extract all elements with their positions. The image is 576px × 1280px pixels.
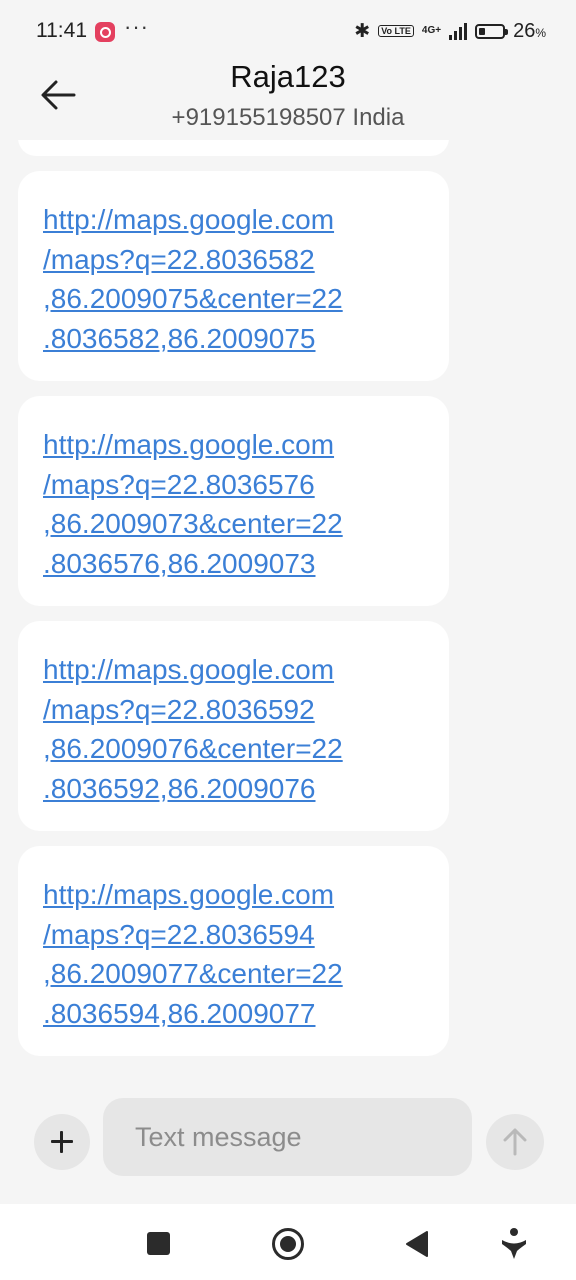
signal-icon: [449, 22, 468, 40]
conversation-header: Raja123 +919155198507 India: [0, 55, 576, 140]
system-nav-bar: [0, 1204, 576, 1280]
message-bubble: http://maps.google.com /maps?q=22.803659…: [18, 621, 449, 831]
volte-icon: Vo LTE: [378, 25, 414, 37]
message-link[interactable]: http://maps.google.com /maps?q=22.803659…: [43, 875, 429, 1033]
compose-bar: [0, 1097, 576, 1179]
more-notifications-icon: ···: [124, 14, 149, 39]
status-indicators: ✱ Vo LTE 4G+ 26%: [354, 18, 546, 44]
message-link[interactable]: http://maps.google.com /maps?q=22.803657…: [43, 425, 429, 583]
network-type: 4G+: [421, 25, 442, 36]
message-bubble: http://maps.google.com /maps?q=22.803657…: [18, 396, 449, 606]
battery-fill: [479, 27, 486, 35]
contact-name: Raja123: [230, 59, 346, 94]
home-circle-icon[interactable]: [271, 1227, 305, 1261]
recents-square-icon[interactable]: [147, 1232, 170, 1255]
message-link[interactable]: http://maps.google.com /maps?q=22.803659…: [43, 650, 429, 808]
back-triangle-icon[interactable]: [404, 1230, 430, 1258]
status-time: 11:41: [36, 19, 87, 42]
message-thread[interactable]: http://maps.google.com /maps?q=22.803658…: [0, 140, 576, 1090]
accessibility-icon[interactable]: [500, 1227, 528, 1261]
message-bubble: http://maps.google.com /maps?q=22.803659…: [18, 846, 449, 1056]
instagram-notification-icon: [95, 22, 115, 42]
message-bubble: http://maps.google.com /maps?q=22.803658…: [18, 171, 449, 381]
battery-percent: 26%: [513, 19, 546, 42]
arrow-up-icon: [503, 1128, 527, 1156]
battery-icon: [475, 23, 509, 39]
message-bubble-partial: [18, 140, 449, 156]
attach-plus-button[interactable]: [34, 1114, 90, 1170]
message-link[interactable]: http://maps.google.com /maps?q=22.803658…: [43, 200, 429, 358]
bluetooth-icon: ✱: [354, 20, 371, 42]
status-bar: 11:41 ··· ✱ Vo LTE 4G+ 26%: [0, 0, 576, 60]
contact-phone: +919155198507 India: [171, 104, 405, 131]
message-input[interactable]: [103, 1098, 472, 1176]
send-button[interactable]: [486, 1114, 544, 1170]
